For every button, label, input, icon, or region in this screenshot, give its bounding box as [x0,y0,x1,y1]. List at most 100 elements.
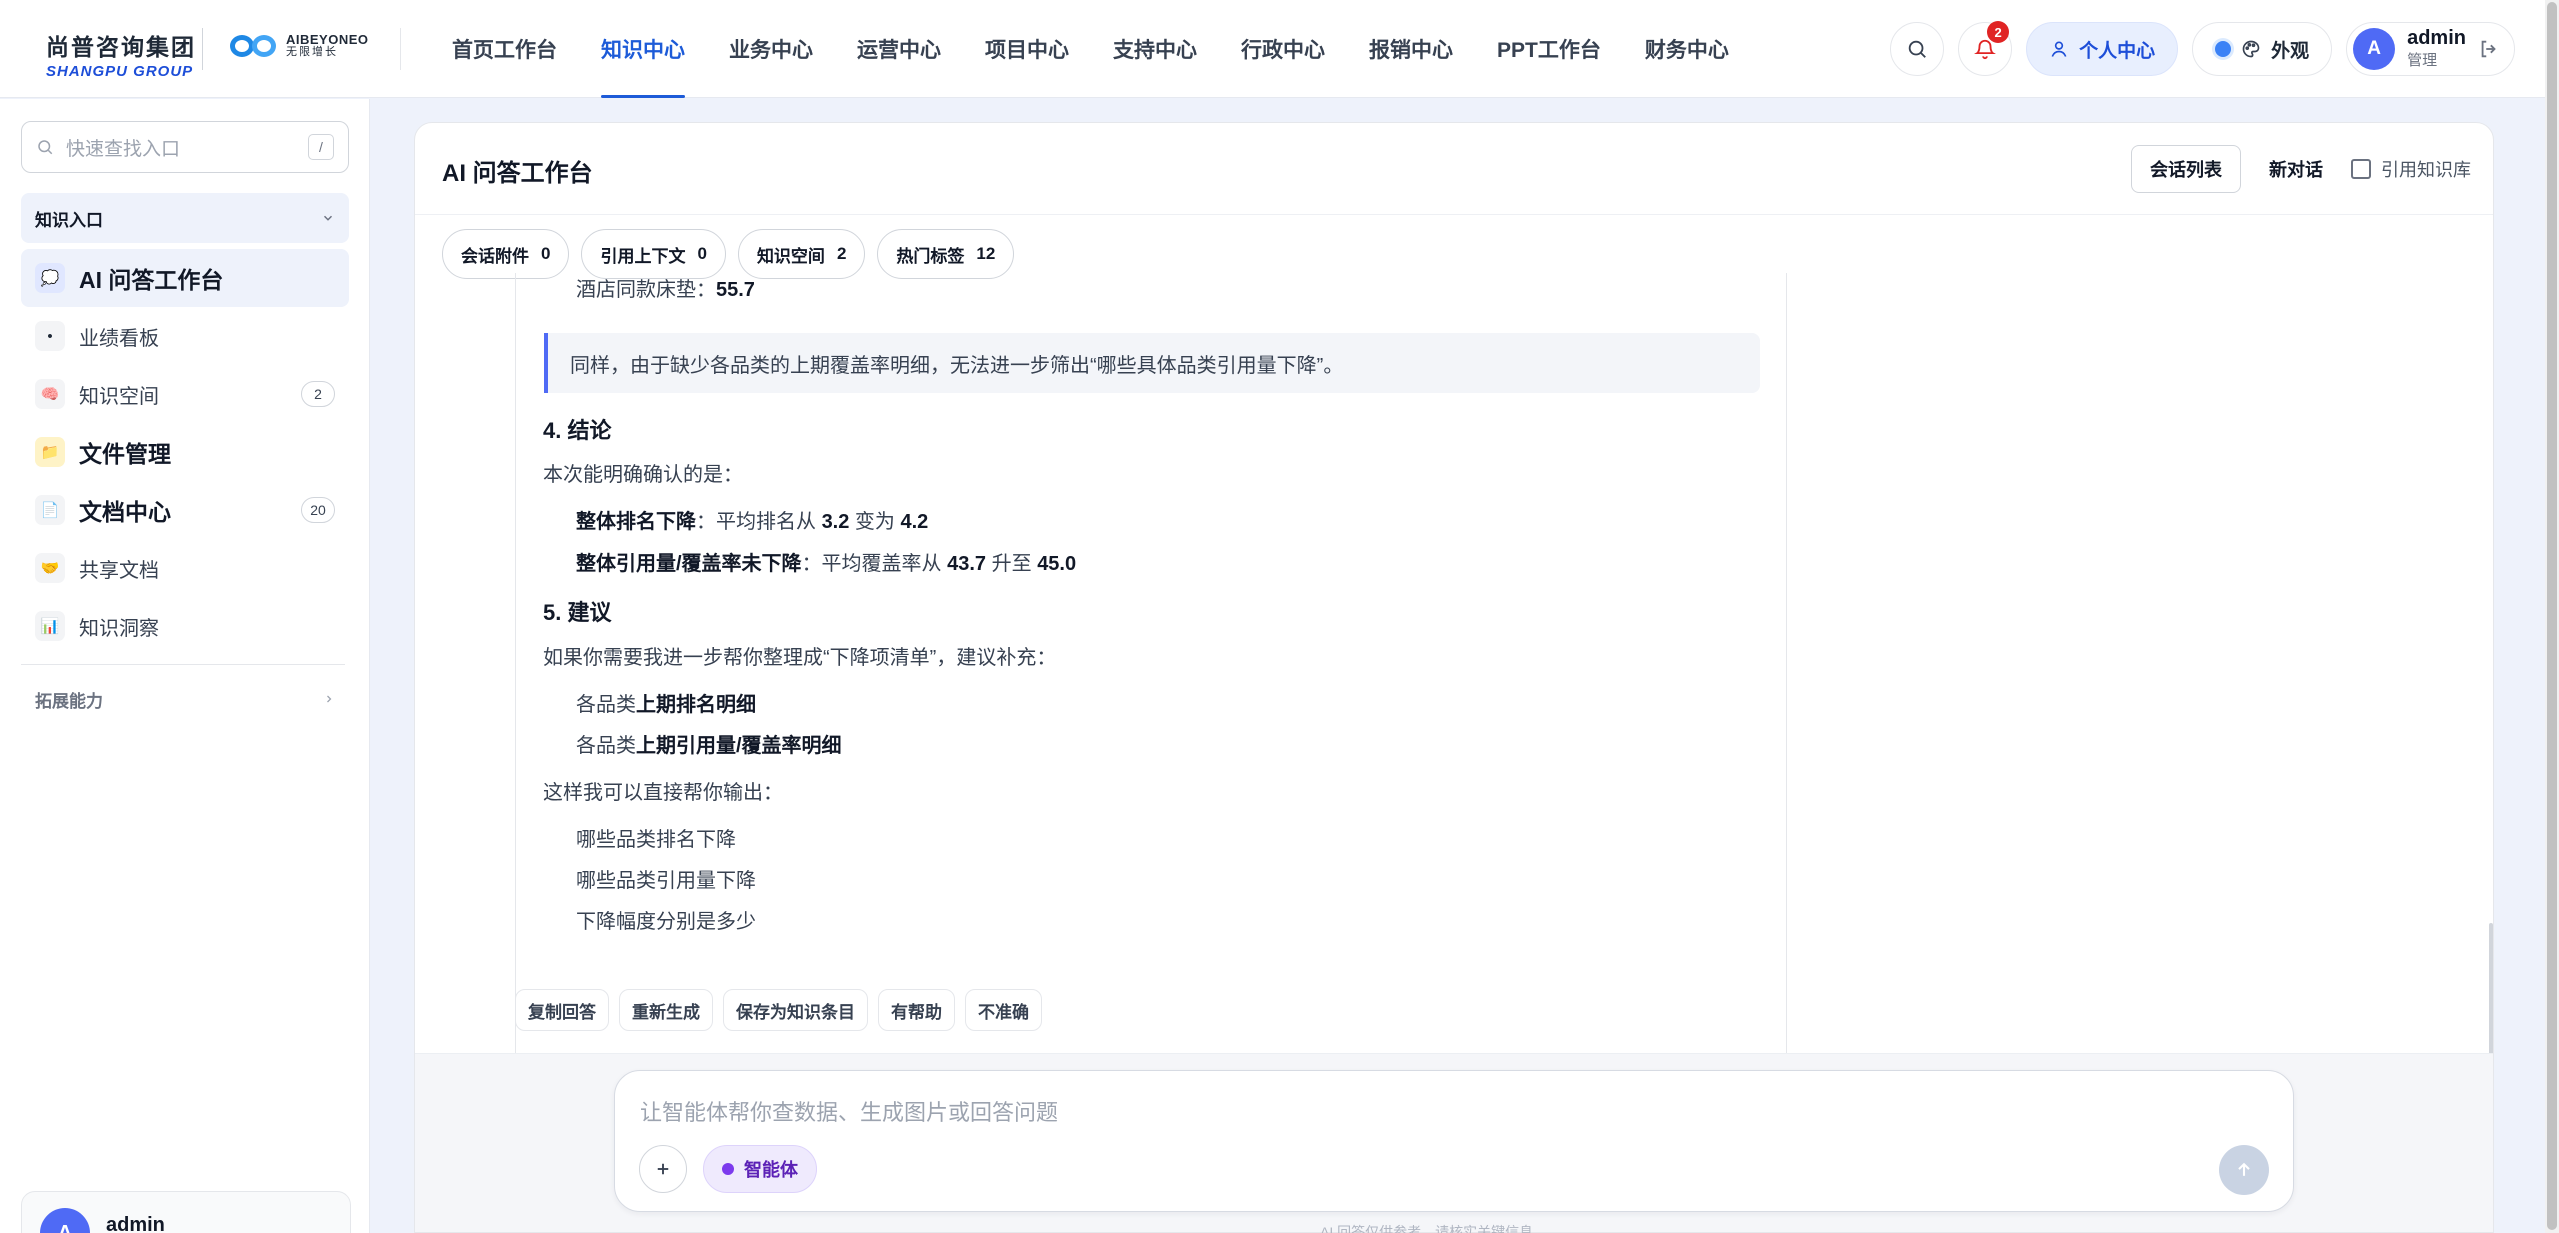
page-scrollbar-thumb[interactable] [2547,2,2557,1230]
answer-heading-conclusion: 4. 结论 [543,418,612,443]
sidebar-item-performance[interactable]: • 业绩看板 [21,307,349,365]
nav-item-knowledge[interactable]: 知识中心 [579,0,707,98]
cite-knowledge-base-toggle[interactable]: 引用知识库 [2351,156,2471,182]
nav-item-support[interactable]: 支持中心 [1091,0,1219,98]
notifications-button[interactable]: 2 [1958,21,2013,76]
answer-text: 变为 [849,511,901,533]
knowledge-entry-section-toggle[interactable]: 知识入口 [21,193,349,243]
sidebar-item-knowledge-space[interactable]: 🧠 知识空间 2 [21,365,349,423]
cite-knowledge-base-checkbox[interactable] [2351,159,2371,179]
agent-dot-icon [722,1163,734,1175]
agent-selector[interactable]: 智能体 [703,1145,817,1193]
sidebar-user-card[interactable]: A admin [21,1191,351,1233]
appearance-label: 外观 [2271,40,2310,62]
chip-session-attachments[interactable]: 会话附件 0 [442,229,570,279]
global-search-button[interactable] [1890,22,1945,76]
sidebar-item-file-management[interactable]: 📁 文件管理 [21,423,349,481]
sidebar-search-input[interactable]: 快速查找入口 / [21,121,349,173]
message-input[interactable]: 让智能体帮你查数据、生成图片或回答问题 [640,1095,1058,1127]
nav-item-ppt[interactable]: PPT工作台 [1475,0,1623,98]
add-attachment-button[interactable] [639,1145,687,1193]
appearance-button[interactable]: 外观 [2192,22,2333,76]
answer-bullet: 各品类上期排名明细 [576,688,756,717]
brain-icon: 🧠 [35,379,65,409]
brand-name-en: SHANGPU GROUP [46,63,194,80]
chip-knowledge-space[interactable]: 知识空间 2 [737,229,866,279]
session-list-button[interactable]: 会话列表 [2131,145,2241,193]
answer-paragraph: 本次能明确确认的是： [543,464,743,486]
page-title: AI 问答工作台 [442,160,593,187]
folder-icon: 📁 [35,437,65,467]
chip-hot-tags[interactable]: 热门标签 12 [877,229,1015,279]
sidebar-item-knowledge-insight[interactable]: 📊 知识洞察 [21,597,349,655]
brand-name-cn: 尚普咨询集团 [46,34,196,60]
copy-answer-button[interactable]: 复制回答 [515,989,609,1031]
handshake-icon: 🤝 [35,553,65,583]
nav-item-admin[interactable]: 行政中心 [1219,0,1347,98]
top-navigation-bar: 尚普咨询集团 SHANGPU GROUP AIBEYONEO 无限增长 首页工作… [0,0,2559,98]
save-as-knowledge-button[interactable]: 保存为知识条目 [723,989,868,1031]
nav-item-business[interactable]: 业务中心 [707,0,835,98]
nav-item-operations[interactable]: 运营中心 [835,0,963,98]
chip-count: 12 [976,244,996,263]
chip-count: 0 [541,244,551,263]
extension-title: 拓展能力 [35,691,103,711]
answer-bullet: 哪些品类排名下降 [576,829,736,851]
notification-count-badge: 2 [1987,21,2010,43]
panel-header: AI 问答工作台 会话列表 新对话 引用知识库 [415,123,2493,215]
sidebar-item-label: 文档中心 [79,499,171,525]
chip-label: 热门标签 [896,246,965,266]
chip-label: 会话附件 [461,246,529,266]
helpful-button[interactable]: 有帮助 [878,989,955,1031]
new-chat-button[interactable]: 新对话 [2269,156,2323,182]
logout-icon[interactable] [2478,38,2500,60]
answer-bold: 整体引用量/覆盖率未下降 [576,553,802,575]
sidebar-item-label: 知识空间 [79,385,159,408]
brand-logo[interactable]: 尚普咨询集团 SHANGPU GROUP [46,28,196,80]
arrow-up-icon [2238,1162,2250,1176]
answer-line: 酒店同款床垫：55.7 [576,273,755,302]
theme-color-dot [2215,41,2232,57]
user-name: admin [106,1214,165,1233]
document-icon: 📄 [35,495,65,525]
answer-bold: 上期排名明细 [636,694,756,716]
answer-value: 45.0 [1037,553,1077,575]
answer-paragraph: 如果你需要我进一步帮你整理成“下降项清单”，建议补充： [543,647,1057,669]
search-placeholder: 快速查找入口 [66,138,181,160]
chip-count: 2 [836,244,847,263]
answer-text: 各品类 [576,694,636,716]
answer-bullet: 哪些品类引用量下降 [576,870,756,892]
ai-qa-panel: AI 问答工作台 会话列表 新对话 引用知识库 会话附件 0 引用上下文 0 知… [414,122,2494,1233]
regenerate-button[interactable]: 重新生成 [619,989,713,1031]
user-menu[interactable]: A admin 管理 [2346,22,2515,76]
chip-cited-context[interactable]: 引用上下文 0 [581,229,726,279]
answer-heading-suggestion: 5. 建议 [543,600,612,625]
send-button[interactable] [2219,1145,2269,1195]
nav-item-expense[interactable]: 报销中心 [1347,0,1475,98]
agent-label: 智能体 [744,1160,798,1180]
inaccurate-button[interactable]: 不准确 [965,989,1042,1031]
composer-footer-hint: AI 回答仅供参考，请核实关键信息 [1320,1224,1534,1233]
personal-center-button[interactable]: 个人中心 [2026,22,2179,76]
sidebar-item-label: 文件管理 [79,441,171,467]
answer-text: ：平均覆盖率从 [801,553,948,575]
partner-name-cn: 无限增长 [286,46,338,59]
search-shortcut-key: / [308,134,334,160]
sidebar-item-label: AI 问答工作台 [79,267,224,293]
sidebar-item-ai-qa[interactable]: 💭 AI 问答工作台 [21,249,349,307]
answer-bullet: 下降幅度分别是多少 [576,911,756,933]
nav-item-finance[interactable]: 财务中心 [1623,0,1751,98]
sidebar-item-shared-docs[interactable]: 🤝 共享文档 [21,539,349,597]
count-badge: 2 [301,381,335,407]
user-icon [2051,41,2067,57]
sidebar-divider [21,664,345,665]
extension-section-toggle[interactable]: 拓展能力 [21,679,349,719]
sidebar-item-document-center[interactable]: 📄 文档中心 20 [21,481,349,539]
sidebar: 快速查找入口 / 知识入口 💭 AI 问答工作台 • 业绩看板 🧠 知识空间 2… [0,99,370,1233]
nav-item-projects[interactable]: 项目中心 [963,0,1091,98]
nav-item-home[interactable]: 首页工作台 [430,0,579,98]
brand-divider [202,28,203,70]
page-scrollbar[interactable] [2545,0,2559,1233]
personal-center-label: 个人中心 [2079,40,2156,62]
answer-text: ：平均排名从 [696,511,822,533]
